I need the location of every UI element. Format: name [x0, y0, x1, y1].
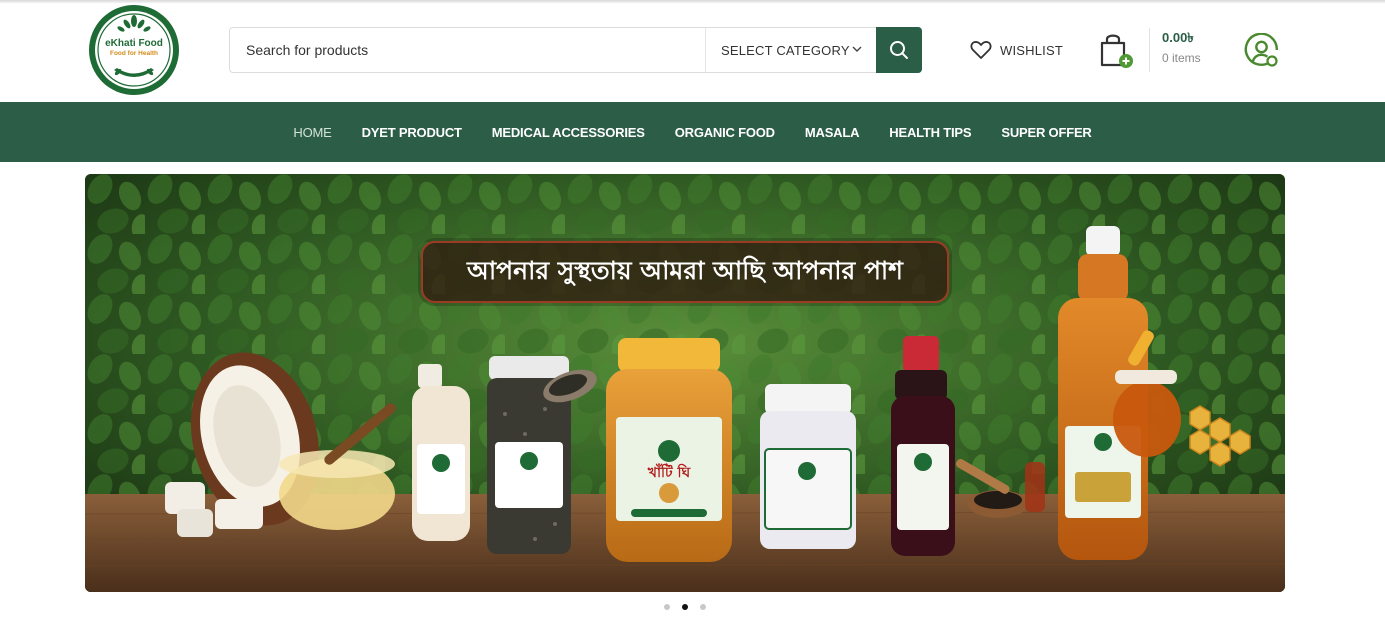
cart-summary[interactable]: 0.00৳ 0 items [1149, 28, 1201, 72]
nav-item-home[interactable]: HOME [293, 125, 331, 140]
nav-item-super-offer[interactable]: SUPER OFFER [1001, 125, 1091, 140]
hero-banner[interactable]: খাঁটি ঘি আপনার সুস্থতায় আমরা আছি আপনার … [85, 174, 1285, 592]
logo-name: eKhati Food [105, 38, 163, 49]
logo-tagline: Food for Health [109, 50, 159, 57]
site-header: eKhati Food Food for Health SELECT CATEG… [0, 0, 1385, 102]
nav-item-masala[interactable]: MASALA [805, 125, 860, 140]
search-icon [890, 41, 908, 59]
chevron-down-icon [852, 46, 862, 52]
main-nav: HOME DYET PRODUCT MEDICAL ACCESSORIES OR… [0, 102, 1385, 162]
nav-item-health-tips[interactable]: HEALTH TIPS [889, 125, 971, 140]
category-select-label: SELECT CATEGORY [721, 42, 850, 58]
account-button[interactable] [1243, 32, 1280, 70]
cart-button[interactable] [1099, 32, 1137, 70]
cart-total: 0.00৳ [1162, 30, 1194, 45]
category-select[interactable]: SELECT CATEGORY [705, 28, 877, 72]
wishlist-link[interactable]: WISHLIST [970, 38, 1063, 62]
banner-headline: আপনার সুস্থতায় আমরা আছি আপনার পাশ [421, 241, 949, 303]
slider-dot-3[interactable] [700, 604, 706, 610]
user-icon [1244, 32, 1279, 67]
wishlist-label: WISHLIST [1000, 42, 1063, 58]
banner-artwork: খাঁটি ঘি [85, 174, 1285, 592]
slider-dot-2[interactable] [682, 604, 688, 610]
search-button[interactable] [876, 27, 922, 73]
cart-count: 0 items [1162, 51, 1201, 65]
search-bar: SELECT CATEGORY [229, 27, 922, 73]
site-logo[interactable]: eKhati Food Food for Health [88, 4, 180, 96]
nav-item-organic-food[interactable]: ORGANIC FOOD [675, 125, 775, 140]
shopping-bag-icon [1100, 34, 1133, 68]
ghee-jar-label: খাঁটি ঘি [647, 463, 692, 481]
banner-headline-text: আপনার সুস্থতায় আমরা আছি আপনার পাশ [467, 255, 903, 285]
search-input[interactable] [230, 28, 705, 72]
heart-icon [970, 41, 992, 59]
nav-item-medical-accessories[interactable]: MEDICAL ACCESSORIES [492, 125, 645, 140]
slider-dot-1[interactable] [664, 604, 670, 610]
slider-pagination [664, 604, 718, 610]
nav-item-dyet-product[interactable]: DYET PRODUCT [362, 125, 462, 140]
